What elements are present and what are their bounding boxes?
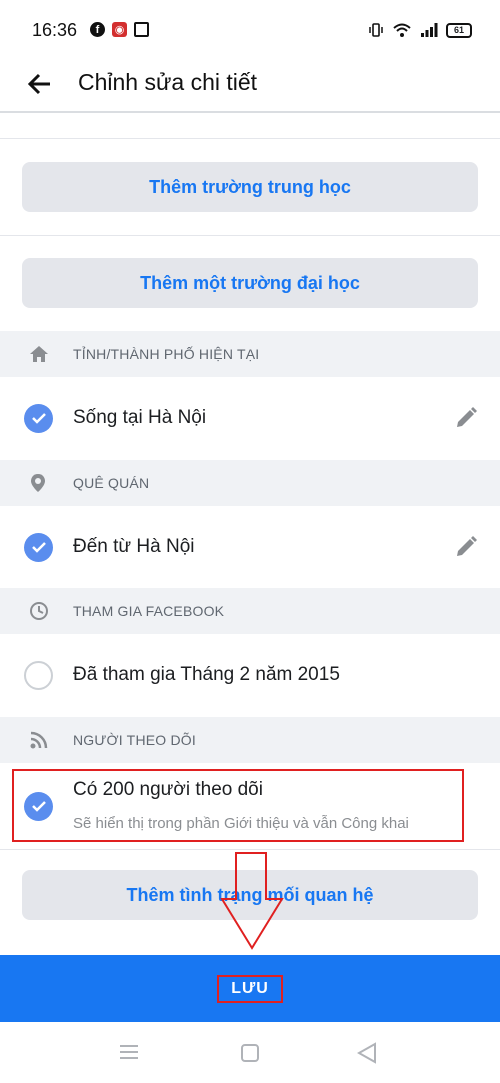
- joined-row[interactable]: Đã tham gia Tháng 2 năm 2015: [0, 634, 500, 716]
- divider: [0, 235, 500, 236]
- section-header-followers: NGƯỜI THEO DÕI: [0, 717, 500, 763]
- hometown-checkbox[interactable]: [24, 532, 53, 562]
- section-heading: QUÊ QUÁN: [73, 475, 150, 491]
- section-heading: NGƯỜI THEO DÕI: [73, 732, 196, 748]
- section-header-hometown: QUÊ QUÁN: [0, 460, 500, 506]
- menu-icon[interactable]: [119, 1044, 139, 1060]
- section-header-current-city: TỈNH/THÀNH PHỐ HIỆN TẠI: [0, 331, 500, 377]
- section-header-joined: THAM GIA FACEBOOK: [0, 588, 500, 634]
- current-city-checkbox[interactable]: [24, 403, 53, 433]
- section-heading: TỈNH/THÀNH PHỐ HIỆN TẠI: [73, 346, 260, 362]
- status-time: 16:36: [32, 20, 78, 40]
- current-city-value: Sống tại Hà Nội: [73, 407, 207, 428]
- check-icon: [31, 542, 46, 553]
- system-status-icons: 61: [368, 22, 472, 38]
- pencil-icon[interactable]: [454, 535, 478, 559]
- app-notification-icon: ◉: [112, 22, 127, 37]
- divider: [0, 111, 500, 113]
- facebook-notification-icon: f: [90, 22, 105, 37]
- add-university-button[interactable]: Thêm một trường đại học: [22, 258, 478, 308]
- hometown-row[interactable]: Đến từ Hà Nội: [0, 506, 500, 588]
- page-title: Chỉnh sửa chi tiết: [78, 69, 258, 95]
- location-pin-icon: [31, 474, 45, 492]
- current-city-row[interactable]: Sống tại Hà Nội: [0, 377, 500, 459]
- home-nav-icon[interactable]: [240, 1043, 260, 1063]
- joined-checkbox[interactable]: [24, 660, 53, 690]
- home-icon: [30, 346, 48, 362]
- wifi-icon: [393, 23, 411, 37]
- hometown-value: Đến từ Hà Nội: [73, 536, 195, 557]
- annotation-arrow-icon: [220, 852, 284, 950]
- save-label: LƯU: [217, 974, 283, 1003]
- check-icon: [31, 413, 46, 424]
- divider: [0, 849, 500, 850]
- battery-icon: 61: [446, 22, 472, 38]
- rss-icon: [30, 731, 48, 749]
- add-high-school-button[interactable]: Thêm trường trung học: [22, 162, 478, 212]
- status-bar: 16:36 f ◉ 61: [0, 0, 500, 60]
- vibrate-icon: [369, 23, 383, 37]
- pencil-icon[interactable]: [454, 406, 478, 430]
- app-bar: Chỉnh sửa chi tiết: [0, 60, 500, 110]
- notification-icons: f ◉: [90, 22, 149, 37]
- joined-value: Đã tham gia Tháng 2 năm 2015: [73, 664, 340, 685]
- clock-icon: [30, 602, 48, 620]
- save-button[interactable]: LƯU: [0, 955, 500, 1022]
- back-nav-icon[interactable]: [357, 1042, 377, 1064]
- divider: [0, 138, 500, 139]
- system-nav-bar: [0, 1022, 500, 1083]
- window-notification-icon: [134, 22, 149, 37]
- section-heading: THAM GIA FACEBOOK: [73, 603, 225, 619]
- back-arrow-icon[interactable]: [26, 70, 54, 98]
- annotation-box: [12, 769, 464, 842]
- signal-icon: [421, 23, 438, 37]
